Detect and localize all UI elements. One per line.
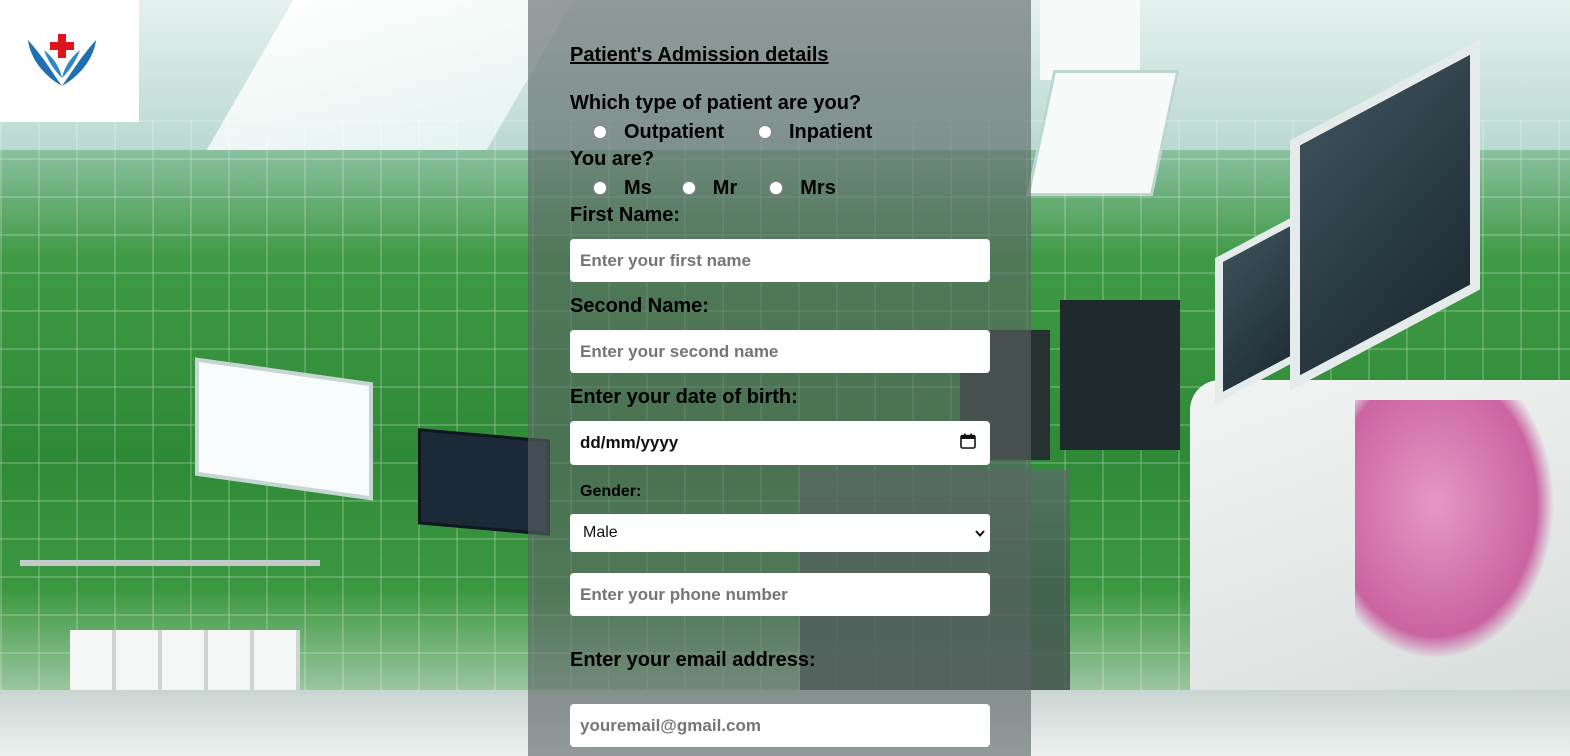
ceiling-light <box>1040 0 1140 80</box>
radio-label-ms: Ms <box>624 176 652 199</box>
gender-selected: Male <box>583 524 618 541</box>
email-input[interactable]: youremail@gmail.com <box>570 704 990 747</box>
medical-cross-wings-logo <box>28 34 96 86</box>
xray-light-box <box>195 357 373 501</box>
pink-tubing <box>1355 400 1555 660</box>
radio-inpatient[interactable] <box>758 125 772 139</box>
patient-type-question: Which type of patient are you? <box>570 92 862 114</box>
second-name-placeholder: Enter your second name <box>580 341 779 361</box>
patient-type-options: Outpatient Inpatient <box>593 120 872 144</box>
radio-label-mrs: Mrs <box>800 176 836 199</box>
email-placeholder: youremail@gmail.com <box>580 715 761 735</box>
form-heading: Patient's Admission details <box>570 44 829 66</box>
email-label: Enter your email address: <box>570 649 816 671</box>
title-options: Ms Mr Mrs <box>593 176 836 200</box>
radio-label-outpatient: Outpatient <box>624 120 724 143</box>
gender-select[interactable]: Male <box>570 514 990 552</box>
radio-outpatient[interactable] <box>593 125 607 139</box>
gender-label: Gender: <box>580 483 642 500</box>
radio-mrs[interactable] <box>769 181 784 195</box>
dob-label: Enter your date of birth: <box>570 386 798 408</box>
second-name-input[interactable]: Enter your second name <box>570 330 990 373</box>
phone-input[interactable]: Enter your phone number <box>570 573 990 616</box>
first-name-input[interactable]: Enter your first name <box>570 239 990 282</box>
calendar-icon[interactable] <box>960 433 976 449</box>
title-question: You are? <box>570 148 655 170</box>
first-name-label: First Name: <box>570 204 681 226</box>
observation-window <box>1060 300 1180 450</box>
second-name-label: Second Name: <box>570 295 709 317</box>
radio-label-mr: Mr <box>712 176 738 199</box>
radio-mr[interactable] <box>681 181 696 195</box>
phone-placeholder: Enter your phone number <box>580 584 788 604</box>
supply-boxes <box>70 630 300 692</box>
dob-input[interactable]: dd/mm/yyyy <box>570 421 990 465</box>
radio-ms[interactable] <box>593 181 607 195</box>
dob-placeholder: dd/mm/yyyy <box>580 433 679 452</box>
radio-label-inpatient: Inpatient <box>789 120 873 143</box>
chevron-down-icon <box>975 530 985 538</box>
first-name-placeholder: Enter your first name <box>580 250 751 270</box>
site-logo[interactable] <box>0 0 139 122</box>
